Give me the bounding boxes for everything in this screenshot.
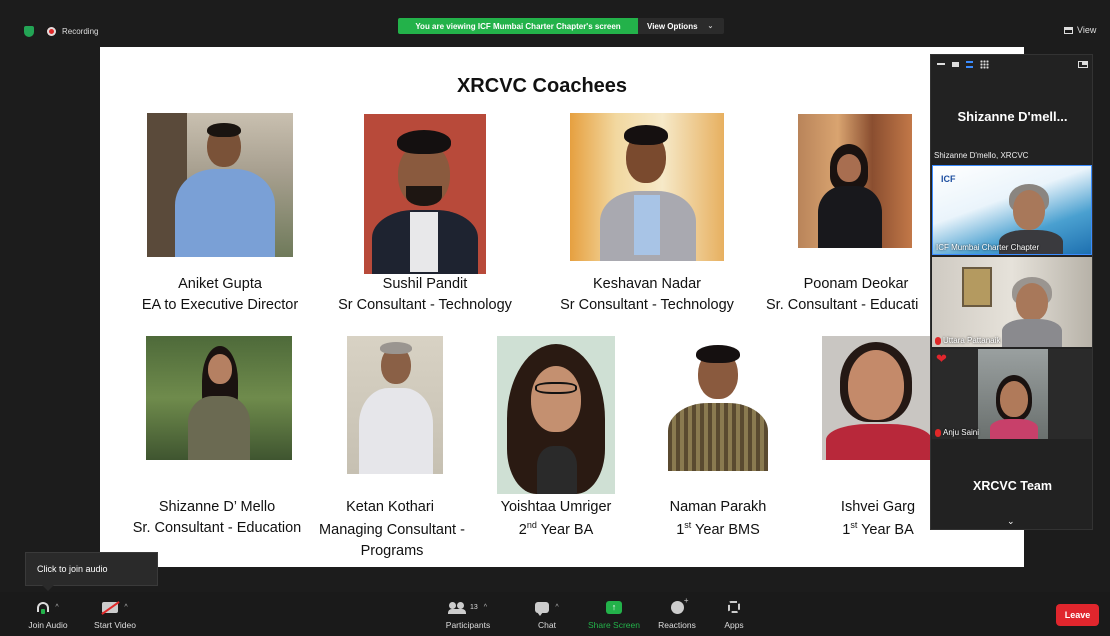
chevron-up-icon[interactable]: ^ [484, 604, 487, 611]
person-role: 2nd Year BA [518, 520, 594, 538]
video-off-icon [102, 601, 119, 613]
xrcvc-team-label: XRCVC Team [973, 479, 1052, 493]
headset-icon [37, 602, 50, 614]
participant-video-panel: Shizanne D'mell... Shizanne D'mello, XRC… [930, 54, 1093, 530]
active-speaker-caption: Shizanne D'mello, XRCVC [934, 151, 1029, 160]
muted-mic-icon [935, 428, 941, 437]
photo-aniket-gupta [147, 113, 293, 257]
reactions-icon [670, 596, 688, 614]
join-audio-tooltip: Click to join audio [25, 552, 158, 591]
photo-sushil-pandit [364, 114, 486, 274]
person-name: Sushil Pandit [382, 276, 468, 292]
apps-button[interactable]: Apps [699, 598, 769, 630]
chevron-up-icon[interactable]: ^ [124, 604, 127, 611]
share-screen-label: Share Screen [588, 620, 640, 630]
person-role: 1st Year BMS [676, 520, 760, 538]
chevron-up-icon[interactable]: ^ [555, 604, 558, 611]
participants-icon [447, 601, 467, 614]
view-button[interactable]: View [1064, 25, 1096, 35]
recording-icon [47, 27, 56, 36]
person-role: Managing Consultant - Programs [319, 522, 465, 559]
join-audio-button[interactable]: ^ Join Audio [13, 598, 83, 630]
security-shield-icon[interactable] [24, 26, 34, 37]
slide-title: XRCVC Coachees [456, 75, 628, 97]
photo-ishvei-garg [822, 336, 934, 460]
person-name: Yoishtaa Umriger [500, 499, 612, 515]
person-role: Sr. Consultant - Educati [766, 297, 919, 313]
hide-video-icon[interactable] [952, 61, 959, 67]
chat-button[interactable]: ^ Chat [512, 598, 582, 630]
person-role: Sr Consultant - Technology [338, 297, 512, 313]
photo-naman-parakh [664, 343, 772, 471]
photo-ketan-kothari [347, 336, 443, 474]
photo-keshavan-nadar [570, 113, 724, 261]
participants-label: Participants [445, 620, 491, 630]
start-video-label: Start Video [94, 620, 136, 630]
view-options-button[interactable]: View Options ⌄ [638, 18, 724, 34]
zoom-meeting-window: Recording You are viewing ICF Mumbai Cha… [0, 0, 1110, 636]
participants-count: 13 [469, 603, 478, 611]
apps-icon [728, 601, 740, 613]
shared-screen-slide: XRCVC Coachees Aniket Gupta EA to Execut… [100, 47, 1024, 567]
person-name: Shizanne D’ Mello [158, 499, 276, 515]
chat-icon [535, 601, 550, 616]
speaker-view-icon[interactable] [966, 60, 973, 68]
join-audio-label: Join Audio [28, 620, 68, 630]
person-name: Aniket Gupta [178, 276, 262, 292]
view-label: View [1077, 25, 1097, 35]
minimize-icon[interactable] [937, 63, 945, 65]
participant-name: Anju Saini [935, 428, 979, 437]
leave-button[interactable]: Leave [1056, 604, 1099, 626]
share-screen-button[interactable]: ↑ Share Screen [579, 598, 649, 630]
top-bar: Recording You are viewing ICF Mumbai Cha… [0, 0, 1110, 46]
participant-name: Uttara Pattanaik [935, 336, 1000, 345]
meeting-toolbar: ^ Join Audio ^ Start Video 13 ^ Participa… [0, 592, 1110, 636]
chevron-down-icon[interactable]: ⌄ [1007, 516, 1015, 527]
person-name: Keshavan Nadar [592, 276, 701, 292]
panel-view-controls [931, 55, 1094, 73]
participants-button[interactable]: 13 ^ Participants [433, 598, 503, 630]
recording-label: Recording [62, 27, 99, 36]
chevron-down-icon: ⌄ [707, 23, 714, 30]
view-options-label: View Options [647, 21, 698, 31]
screen-share-banner: You are viewing ICF Mumbai Charter Chapt… [398, 18, 638, 34]
popout-icon[interactable] [1078, 60, 1088, 68]
person-role: Sr Consultant - Technology [560, 297, 734, 313]
active-speaker-name: Shizanne D'mell... [957, 109, 1068, 124]
participant-tile[interactable]: ❤ Anju Saini [932, 349, 1092, 439]
participant-name: ICF Mumbai Charter Chapter [936, 243, 1040, 252]
gallery-view-icon[interactable] [980, 59, 989, 69]
apps-label: Apps [724, 620, 744, 630]
start-video-button[interactable]: ^ Start Video [80, 598, 150, 630]
chevron-up-icon[interactable]: ^ [55, 604, 58, 611]
reactions-label: Reactions [658, 620, 696, 630]
photo-yoishtaa-umriger [497, 336, 615, 494]
participant-tile[interactable]: Uttara Pattanaik [932, 257, 1092, 347]
person-role: EA to Executive Director [141, 297, 299, 313]
muted-mic-icon [935, 336, 941, 345]
icf-logo: ICF [941, 174, 956, 184]
person-name: Poonam Deokar [803, 276, 909, 292]
heart-reaction-icon: ❤ [936, 351, 947, 366]
chat-label: Chat [538, 620, 556, 630]
person-name: Ketan Kothari [346, 499, 434, 515]
share-screen-icon: ↑ [606, 600, 622, 614]
person-role: Sr. Consultant - Education [132, 520, 302, 536]
view-grid-icon [1064, 26, 1073, 34]
photo-poonam-deokar [798, 114, 912, 248]
participant-tile[interactable]: ICF ICF Mumbai Charter Chapter [932, 165, 1092, 255]
photo-shizanne-dmello [146, 336, 292, 460]
person-name: Naman Parakh [669, 499, 767, 515]
